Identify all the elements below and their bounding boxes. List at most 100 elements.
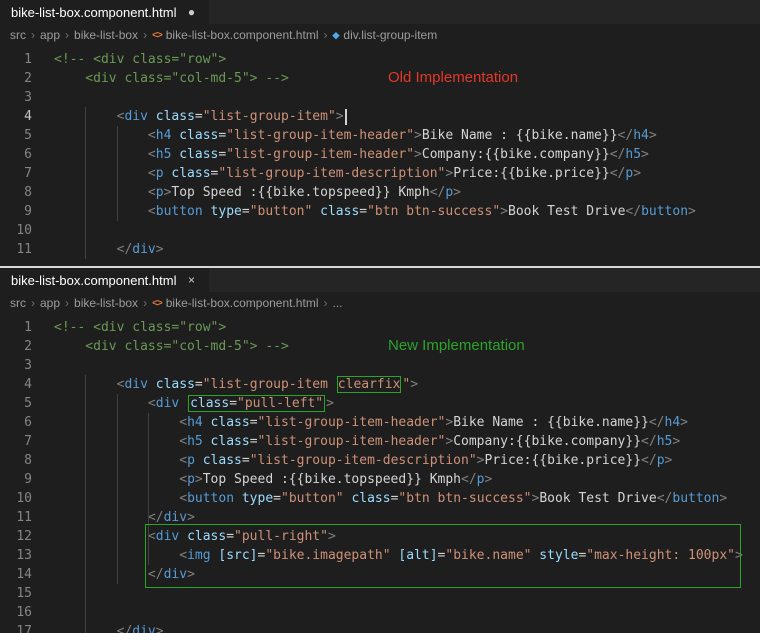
code-line[interactable]: 11 </div> xyxy=(0,508,760,527)
line-number[interactable]: 2 xyxy=(0,69,54,88)
indent-guide xyxy=(147,413,149,565)
breadcrumb-item[interactable]: ◆ div.list-group-item xyxy=(332,28,437,42)
code-line[interactable]: 1 <!-- <div class="row"> xyxy=(0,50,760,69)
breadcrumb-separator-icon: › xyxy=(65,28,70,42)
code-line[interactable]: 7 <p class="list-group-item-description"… xyxy=(0,164,760,183)
code-token: Top Speed :{{bike.topspeed}} Kmph xyxy=(171,185,430,200)
line-number[interactable]: 11 xyxy=(0,508,54,527)
breadcrumb-item[interactable]: <> bike-list-box.component.html xyxy=(152,28,318,42)
line-number[interactable]: 2 xyxy=(0,337,54,356)
code-token: [alt] xyxy=(398,548,438,563)
code-token: div xyxy=(132,624,156,633)
code-token: = xyxy=(229,396,238,411)
code-line[interactable]: 6 <h5 class="list-group-item-header">Com… xyxy=(0,145,760,164)
code-line[interactable]: 6 <h4 class="list-group-item-header">Bik… xyxy=(0,413,760,432)
line-number[interactable]: 7 xyxy=(0,164,54,183)
line-number[interactable]: 9 xyxy=(0,470,54,489)
line-number[interactable]: 6 xyxy=(0,413,54,432)
code-line[interactable]: 5 <h4 class="list-group-item-header">Bik… xyxy=(0,126,760,145)
code-token: > xyxy=(410,377,419,392)
code-token: class xyxy=(190,396,230,411)
tab-bike-list-box-component-bottom[interactable]: bike-list-box.component.html × xyxy=(0,268,210,292)
breadcrumb-item[interactable]: <> bike-list-box.component.html xyxy=(152,296,318,310)
line-number[interactable]: 12 xyxy=(0,527,54,546)
code-token: class xyxy=(210,434,250,449)
code-line[interactable]: 4 <div class="list-group-item"> xyxy=(0,107,760,126)
breadcrumb-item[interactable]: ... xyxy=(332,296,342,310)
breadcrumb-separator-icon: › xyxy=(143,296,148,310)
line-number[interactable]: 3 xyxy=(0,88,54,107)
tab-title: bike-list-box.component.html xyxy=(11,4,177,20)
code-token: h4 xyxy=(633,128,649,143)
code-line[interactable]: 4 <div class="list-group-item clearfix "> xyxy=(0,375,760,394)
code-editor-new[interactable]: 1 <!-- <div class="row"> 2 <div class="col… xyxy=(0,314,760,633)
code-line[interactable]: 12 <div class="pull-right"> xyxy=(0,527,760,546)
line-number[interactable]: 4 xyxy=(0,107,54,126)
code-token: > xyxy=(187,567,195,582)
code-token: div xyxy=(163,510,188,525)
line-number[interactable]: 1 xyxy=(0,50,54,69)
line-number[interactable]: 10 xyxy=(0,221,54,240)
code-line[interactable]: 8 <p class="list-group-item-description"… xyxy=(0,451,760,470)
line-number[interactable]: 11 xyxy=(0,240,54,259)
close-icon[interactable]: × xyxy=(184,273,198,287)
code-line[interactable]: 11 </div> xyxy=(0,240,760,259)
code-line[interactable]: 10 xyxy=(0,221,760,240)
code-token: Company:{{bike.company}} xyxy=(453,434,642,449)
line-number[interactable]: 17 xyxy=(0,622,54,633)
modified-dot-icon[interactable]: ● xyxy=(184,5,198,19)
line-number[interactable]: 10 xyxy=(0,489,54,508)
code-line[interactable]: 17 </div> xyxy=(0,622,760,633)
line-number[interactable]: 6 xyxy=(0,145,54,164)
code-editor-old[interactable]: 1 <!-- <div class="row"> 2 <div class="col… xyxy=(0,46,760,266)
breadcrumb-item[interactable]: src xyxy=(10,28,26,42)
code-token: = xyxy=(249,415,258,430)
code-token: "btn btn-success" xyxy=(367,204,501,219)
line-number[interactable]: 1 xyxy=(0,318,54,337)
code-line[interactable]: 15 xyxy=(0,584,760,603)
code-line[interactable]: 16 xyxy=(0,603,760,622)
tab-bike-list-box-component-top[interactable]: bike-list-box.component.html ● xyxy=(0,0,210,24)
code-line[interactable]: 7 <h5 class="list-group-item-header">Com… xyxy=(0,432,760,451)
line-number[interactable]: 8 xyxy=(0,451,54,470)
code-line[interactable]: 13 <img [src]="bike.imagepath" [alt]="bi… xyxy=(0,546,760,565)
code-token: > xyxy=(680,415,688,430)
code-line[interactable]: 3 xyxy=(0,88,760,107)
code-line[interactable]: 9 <button type="button" class="btn btn-s… xyxy=(0,202,760,221)
code-line[interactable]: 8 <p>Top Speed :{{bike.topspeed}} Kmph</… xyxy=(0,183,760,202)
code-token: </ xyxy=(625,204,642,219)
breadcrumb-item[interactable]: src xyxy=(10,296,26,310)
code-line[interactable]: 2 <div class="col-md-5"> --> xyxy=(0,337,760,356)
code-token: h5 xyxy=(155,147,172,162)
code-line-text: <p class="list-group-item-description">P… xyxy=(54,451,672,470)
code-token: class xyxy=(171,166,211,181)
line-number[interactable]: 8 xyxy=(0,183,54,202)
line-number[interactable]: 4 xyxy=(0,375,54,394)
breadcrumb-item[interactable]: app xyxy=(40,28,60,42)
code-line[interactable]: 14 </div> xyxy=(0,565,760,584)
breadcrumb-item[interactable]: bike-list-box xyxy=(74,296,138,310)
line-number[interactable]: 3 xyxy=(0,356,54,375)
line-number[interactable]: 9 xyxy=(0,202,54,221)
code-line[interactable]: 1 <!-- <div class="row"> xyxy=(0,318,760,337)
line-number[interactable]: 16 xyxy=(0,603,54,622)
breadcrumb-label: div.list-group-item xyxy=(343,28,438,42)
line-number[interactable]: 13 xyxy=(0,546,54,565)
breadcrumb-item[interactable]: app xyxy=(40,296,60,310)
code-line[interactable]: 2 <div class="col-md-5"> --> xyxy=(0,69,760,88)
code-token: div xyxy=(155,529,180,544)
line-number[interactable]: 7 xyxy=(0,432,54,451)
line-number[interactable]: 15 xyxy=(0,584,54,603)
breadcrumb-label: src xyxy=(10,28,26,42)
code-line[interactable]: 9 <p>Top Speed :{{bike.topspeed}} Kmph</… xyxy=(0,470,760,489)
code-token: "button" xyxy=(281,491,344,506)
line-number[interactable]: 14 xyxy=(0,565,54,584)
code-line[interactable]: 5 <div class="pull-left" > xyxy=(0,394,760,413)
code-line[interactable]: 10 <button type="button" class="btn btn-… xyxy=(0,489,760,508)
breadcrumb-item[interactable]: bike-list-box xyxy=(74,28,138,42)
line-number[interactable]: 5 xyxy=(0,126,54,145)
code-token: div xyxy=(124,377,148,392)
code-line[interactable]: 3 xyxy=(0,356,760,375)
vscode-window: bike-list-box.component.html ● src › app › b… xyxy=(0,0,760,633)
line-number[interactable]: 5 xyxy=(0,394,54,413)
